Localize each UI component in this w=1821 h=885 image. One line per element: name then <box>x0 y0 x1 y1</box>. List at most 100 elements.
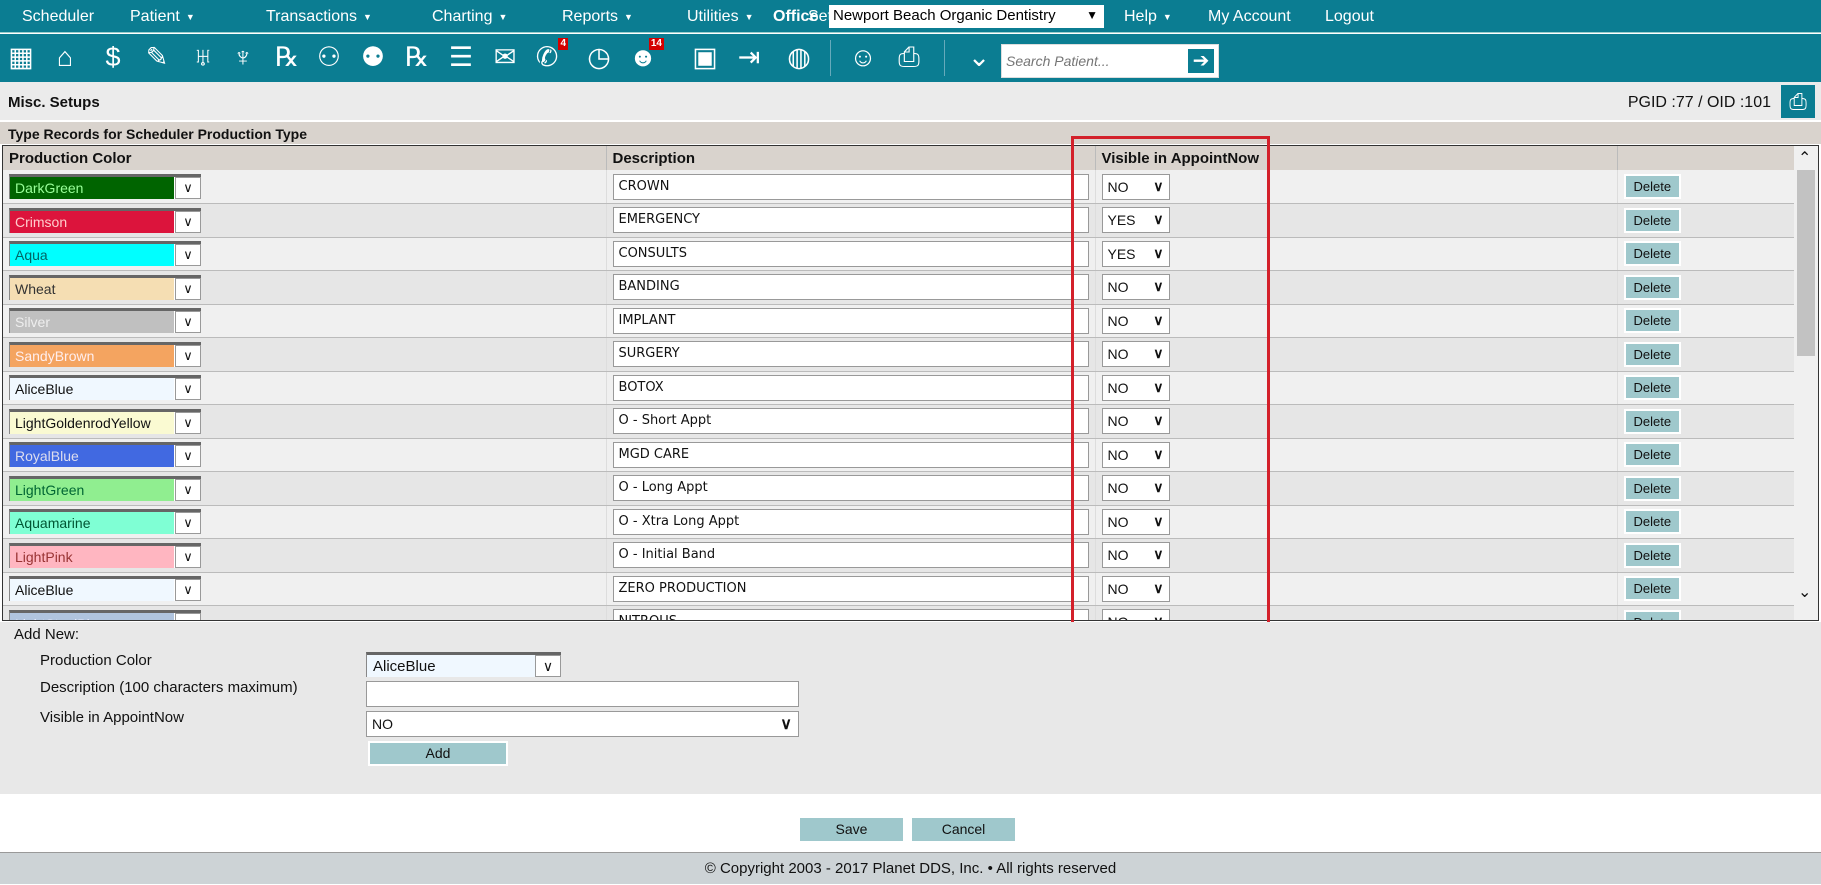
visible-select[interactable]: NO ∨ <box>1101 609 1170 620</box>
delete-button[interactable]: Delete <box>1623 442 1682 468</box>
chevron-down-icon[interactable]: ∨ <box>175 579 201 602</box>
nav-patient[interactable]: Patient ▼ <box>130 8 195 26</box>
treatment-icon[interactable]: ℞ <box>270 40 304 74</box>
globe-icon[interactable]: ◍ <box>782 40 816 74</box>
chevron-down-icon[interactable]: ∨ <box>175 177 201 199</box>
description-input[interactable]: CONSULTS <box>612 240 1089 267</box>
color-select[interactable]: LightGreen ∨ <box>9 475 201 501</box>
calendar-icon[interactable]: ▦ <box>4 40 38 74</box>
home-icon[interactable]: ⌂ <box>48 40 82 74</box>
chevron-down-icon[interactable]: ∨ <box>175 311 201 334</box>
color-select[interactable]: AliceBlue ∨ <box>9 375 201 401</box>
chevron-down-icon[interactable]: ∨ <box>175 612 201 620</box>
color-select[interactable]: DarkGreen ∨ <box>9 174 201 199</box>
color-select[interactable]: Crimson ∨ <box>9 207 201 233</box>
mail-icon[interactable]: ✉ <box>488 40 522 74</box>
visible-select[interactable]: NO ∨ <box>1101 274 1170 301</box>
chevron-down-icon[interactable]: ∨ <box>175 445 201 468</box>
chevron-down-icon[interactable]: ∨ <box>175 277 201 300</box>
visible-select[interactable]: NO ∨ <box>1101 475 1170 502</box>
color-select[interactable]: AliceBlue ∨ <box>9 576 201 602</box>
color-select[interactable]: RoyalBlue ∨ <box>9 442 201 468</box>
scrollbar[interactable]: ⌃ ⌄ <box>1794 146 1818 620</box>
visible-select[interactable]: NO ∨ <box>1101 542 1170 569</box>
nav-my-account[interactable]: My Account <box>1208 8 1291 26</box>
color-select[interactable]: SandyBrown ∨ <box>9 341 201 367</box>
description-input[interactable]: CROWN <box>612 173 1089 200</box>
description-input[interactable]: O - Initial Band <box>612 542 1089 569</box>
scroll-thumb[interactable] <box>1797 170 1815 356</box>
visible-select[interactable]: YES ∨ <box>1101 207 1170 234</box>
visible-select[interactable]: NO ∨ <box>1101 374 1170 401</box>
nav-charting[interactable]: Charting ▼ <box>432 8 507 26</box>
visible-select[interactable]: NO ∨ <box>1101 173 1170 200</box>
nav-reports[interactable]: Reports ▼ <box>562 8 633 26</box>
prescription-icon[interactable]: ℞ <box>400 40 434 74</box>
users-icon[interactable]: ☺ <box>846 40 880 74</box>
delete-button[interactable]: Delete <box>1623 274 1682 300</box>
search-patient-input[interactable] <box>1002 45 1182 77</box>
search-go-button[interactable]: ➔ <box>1186 47 1216 75</box>
color-select[interactable]: LightPink ∨ <box>9 542 201 568</box>
description-input[interactable]: IMPLANT <box>612 307 1089 334</box>
nav-utilities[interactable]: Utilities ▼ <box>687 8 753 26</box>
delete-button[interactable]: Delete <box>1623 341 1682 367</box>
visible-select[interactable]: NO ∨ <box>1101 575 1170 602</box>
xray-icon[interactable]: ▣ <box>688 40 722 74</box>
save-button[interactable]: Save <box>800 818 903 841</box>
color-select[interactable]: LightGoldenrodYellow ∨ <box>9 408 201 434</box>
description-input[interactable]: O - Short Appt <box>612 408 1089 435</box>
delete-button[interactable]: Delete <box>1623 576 1682 602</box>
nav-scheduler[interactable]: Scheduler <box>22 8 94 26</box>
delete-button[interactable]: Delete <box>1623 308 1682 334</box>
delete-button[interactable]: Delete <box>1623 475 1682 501</box>
nav-help[interactable]: Help ▼ <box>1124 8 1172 26</box>
description-input[interactable]: BOTOX <box>612 374 1089 401</box>
messages-icon[interactable]: ✆ 4 <box>530 38 568 74</box>
clock-icon[interactable]: ◷ <box>582 40 616 74</box>
cancel-button[interactable]: Cancel <box>912 818 1015 841</box>
add-family-icon[interactable]: ⚉ <box>356 40 390 74</box>
tooth-icon[interactable]: ♅ <box>186 40 220 74</box>
nav-logout[interactable]: Logout <box>1325 8 1374 26</box>
visible-select[interactable]: NO ∨ <box>1101 307 1170 334</box>
online-users-icon[interactable]: ☻ 14 <box>626 38 664 74</box>
visible-select[interactable]: NO ∨ <box>1101 408 1170 435</box>
visible-select[interactable]: NO ∨ <box>1101 508 1170 535</box>
delete-button[interactable]: Delete <box>1623 542 1682 568</box>
print-icon[interactable]: ⎙ <box>1781 85 1815 118</box>
print-reports-icon[interactable]: ⎙ <box>892 40 926 74</box>
chevron-down-icon[interactable]: ∨ <box>175 478 201 501</box>
delete-button[interactable]: Delete <box>1623 609 1682 620</box>
notepad-icon[interactable]: ☰ <box>444 40 478 74</box>
chevron-down-icon[interactable]: ∨ <box>535 655 561 677</box>
chevron-down-icon[interactable]: ∨ <box>175 512 201 535</box>
visible-select[interactable]: NO ∨ <box>1101 441 1170 468</box>
description-input[interactable]: O - Long Appt <box>612 475 1089 502</box>
description-input[interactable]: ZERO PRODUCTION <box>612 575 1089 602</box>
description-input[interactable]: EMERGENCY <box>612 207 1089 234</box>
add-patient-icon[interactable]: ⚇ <box>312 40 346 74</box>
new-description-input[interactable] <box>366 681 799 707</box>
nav-transactions[interactable]: Transactions ▼ <box>266 8 372 26</box>
scroll-up-icon[interactable]: ⌃ <box>1798 148 1811 168</box>
chevron-down-icon[interactable]: ∨ <box>175 244 201 267</box>
new-color-select[interactable]: AliceBlue ∨ <box>366 652 561 677</box>
delete-button[interactable]: Delete <box>1623 375 1682 401</box>
chevron-down-icon[interactable]: ∨ <box>175 210 201 233</box>
chevron-down-icon[interactable]: ∨ <box>175 378 201 401</box>
color-select[interactable]: Silver ∨ <box>9 308 201 334</box>
new-visible-select[interactable]: NO ∨ <box>366 711 799 737</box>
color-select[interactable]: Aquamarine ∨ <box>9 509 201 535</box>
export-icon[interactable]: ⇥ <box>732 40 766 74</box>
delete-button[interactable]: Delete <box>1623 408 1682 434</box>
add-button[interactable]: Add <box>368 741 508 766</box>
expand-icon[interactable]: ⌄ <box>962 40 996 74</box>
office-select[interactable]: Newport Beach Organic Dentistry ▼ <box>829 5 1104 28</box>
description-input[interactable]: NITROUS <box>612 609 1089 620</box>
notes-icon[interactable]: ✎ <box>140 40 174 74</box>
delete-button[interactable]: Delete <box>1623 174 1682 199</box>
color-select[interactable]: Aqua ∨ <box>9 241 201 267</box>
description-input[interactable]: BANDING <box>612 274 1089 301</box>
crown-icon[interactable]: ♆ <box>226 40 260 74</box>
